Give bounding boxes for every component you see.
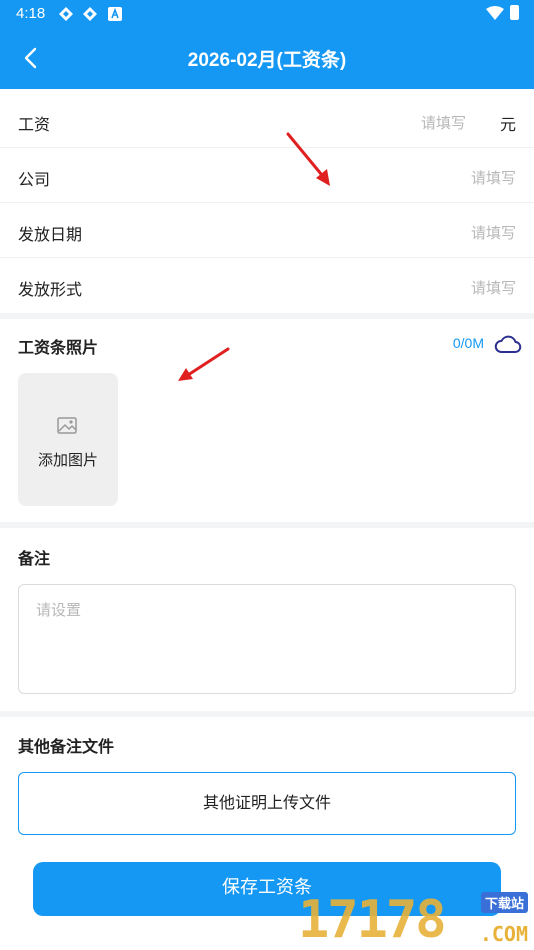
watermark-logo: 17178 下载站 .COM bbox=[298, 890, 534, 950]
image-icon bbox=[57, 417, 77, 434]
remark-textarea[interactable]: 请设置 bbox=[18, 584, 516, 694]
salary-unit: 元 bbox=[499, 115, 516, 134]
salary-input[interactable]: 请填写 bbox=[421, 112, 466, 133]
status-bar: 4:18 bbox=[0, 0, 534, 28]
battery-icon bbox=[510, 5, 519, 20]
salary-row[interactable]: 工资 请填写 元 bbox=[0, 93, 534, 148]
company-label: 公司 bbox=[18, 170, 51, 189]
watermark-domain: .COM bbox=[479, 922, 528, 946]
company-row[interactable]: 公司 请填写 bbox=[0, 148, 534, 203]
storage-quota: 0/0M bbox=[452, 335, 484, 351]
add-image-label: 添加图片 bbox=[37, 451, 98, 469]
cloud-icon[interactable] bbox=[494, 333, 522, 355]
status-time: 4:18 bbox=[16, 5, 46, 22]
upload-file-button[interactable]: 其他证明上传文件 bbox=[18, 772, 516, 835]
annotation-arrow bbox=[178, 347, 230, 381]
salary-label: 工资 bbox=[18, 115, 51, 134]
remark-section-title: 备注 bbox=[18, 549, 51, 568]
watermark-number: 17178 bbox=[298, 890, 447, 950]
company-input[interactable]: 请填写 bbox=[471, 167, 516, 188]
pay-method-input[interactable]: 请填写 bbox=[471, 277, 516, 298]
add-image-button[interactable]: 添加图片 bbox=[18, 373, 118, 506]
pay-method-row[interactable]: 发放形式 请填写 bbox=[0, 258, 534, 313]
app-notification-icon bbox=[83, 7, 97, 21]
photos-section-title: 工资条照片 bbox=[18, 338, 99, 357]
font-notification-icon bbox=[108, 7, 122, 21]
pay-method-label: 发放形式 bbox=[18, 280, 83, 299]
pay-date-label: 发放日期 bbox=[18, 225, 83, 244]
watermark-site: 下载站 bbox=[480, 892, 528, 913]
header: 2026-02月(工资条) bbox=[0, 28, 534, 89]
pay-date-row[interactable]: 发放日期 请填写 bbox=[0, 203, 534, 258]
app-header-bar: 4:18 2026-02月(工资条) bbox=[0, 0, 534, 89]
wifi-icon bbox=[486, 6, 504, 20]
annotation-arrow bbox=[286, 132, 330, 186]
pay-date-input[interactable]: 请填写 bbox=[471, 222, 516, 243]
section-divider bbox=[0, 313, 534, 319]
section-divider bbox=[0, 522, 534, 528]
section-divider bbox=[0, 711, 534, 717]
page-title: 2026-02月(工资条) bbox=[187, 50, 347, 71]
app-notification-icon bbox=[59, 7, 73, 21]
other-files-section-title: 其他备注文件 bbox=[18, 737, 115, 756]
